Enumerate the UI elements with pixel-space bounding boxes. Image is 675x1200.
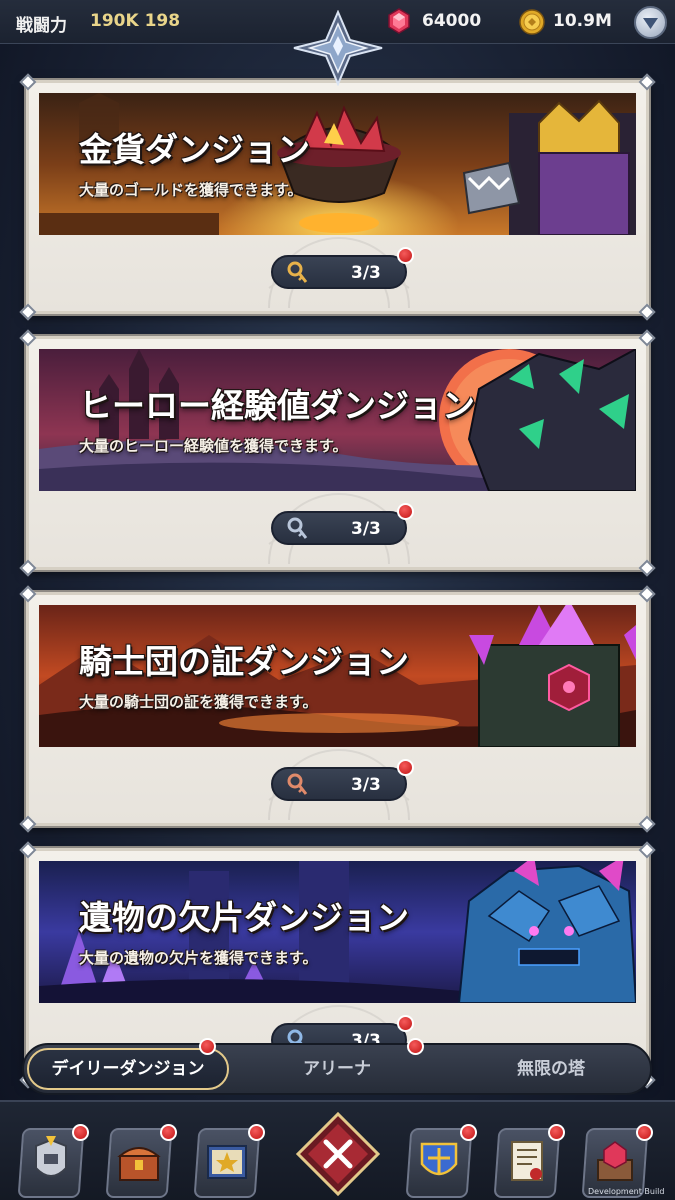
tab-arena[interactable]: アリーナ — [272, 1045, 402, 1093]
notification-dot — [397, 503, 414, 520]
gem-count: 64000 — [422, 11, 482, 31]
corner-ornament — [19, 815, 37, 833]
corner-ornament — [638, 815, 656, 833]
notification-dot — [397, 247, 414, 264]
dungeon-title: 遺物の欠片ダンジョン — [79, 898, 409, 937]
dungeon-card-gold[interactable]: 金貨ダンジョン 大量のゴールドを獲得できます。 3/3 — [19, 73, 656, 321]
corner-ornament — [19, 73, 37, 91]
dropdown-menu-button[interactable] — [634, 6, 667, 39]
notification-dot — [636, 1124, 653, 1141]
notification-dot — [407, 1038, 424, 1055]
crest-emblem-icon — [293, 10, 383, 86]
dungeon-banner[interactable]: 騎士団の証ダンジョン 大量の騎士団の証を獲得できます。 — [39, 605, 636, 747]
nav-quest-button[interactable] — [492, 1124, 565, 1200]
key-icon — [287, 773, 308, 795]
nav-hero-button[interactable] — [16, 1124, 89, 1200]
dungeon-tab-bar: デイリーダンジョン アリーナ 無限の塔 — [22, 1038, 652, 1095]
dungeon-description: 大量の遺物の欠片を獲得できます。 — [79, 949, 318, 967]
dungeon-banner[interactable]: 金貨ダンジョン 大量のゴールドを獲得できます。 — [39, 93, 636, 235]
corner-ornament — [638, 329, 656, 347]
corner-ornament — [638, 585, 656, 603]
corner-ornament — [19, 559, 37, 577]
entry-key-counter: 3/3 — [271, 503, 414, 545]
key-count: 3/3 — [351, 519, 381, 539]
quest-scroll-icon — [511, 1141, 543, 1181]
notification-dot — [460, 1124, 477, 1141]
corner-ornament — [638, 841, 656, 859]
tab-infinite-tower[interactable]: 無限の塔 — [476, 1045, 626, 1093]
dungeon-card-hero-exp[interactable]: ヒーロー経験値ダンジョン 大量のヒーロー経験値を獲得できます。 3/3 — [19, 329, 656, 577]
gem-icon[interactable] — [388, 8, 410, 34]
key-count: 3/3 — [351, 263, 381, 283]
notification-dot — [248, 1124, 265, 1141]
dungeon-title: 騎士団の証ダンジョン — [79, 642, 409, 681]
power-label: 戦闘力 — [16, 16, 67, 36]
corner-ornament — [19, 841, 37, 859]
dungeon-description: 大量のヒーロー経験値を獲得できます。 — [79, 437, 348, 455]
corner-ornament — [19, 329, 37, 347]
notification-dot — [397, 759, 414, 776]
key-count: 3/3 — [351, 775, 381, 795]
nav-codex-button[interactable] — [192, 1124, 265, 1200]
bottom-navigation — [0, 1100, 675, 1200]
dungeon-title: 金貨ダンジョン — [79, 130, 310, 169]
corner-ornament — [638, 559, 656, 577]
notification-dot — [397, 1015, 414, 1032]
nav-inventory-button[interactable] — [104, 1124, 177, 1200]
dungeon-card-knight-order[interactable]: 騎士団の証ダンジョン 大量の騎士団の証を獲得できます。 3/3 — [19, 585, 656, 833]
guild-shield-icon — [420, 1142, 458, 1176]
entry-key-counter: 3/3 — [271, 759, 414, 801]
notification-dot — [72, 1124, 89, 1141]
spellbook-icon — [207, 1145, 247, 1179]
treasure-chest-icon — [117, 1147, 161, 1181]
entry-key-counter: 3/3 — [271, 247, 414, 289]
key-icon — [287, 261, 308, 283]
gold-count: 10.9M — [553, 11, 612, 31]
nav-guild-button[interactable] — [404, 1124, 477, 1200]
key-icon — [287, 517, 308, 539]
dungeon-title: ヒーロー経験値ダンジョン — [79, 386, 475, 425]
notification-dot — [199, 1038, 216, 1055]
dungeon-banner[interactable]: 遺物の欠片ダンジョン 大量の遺物の欠片を獲得できます。 — [39, 861, 636, 1003]
corner-ornament — [638, 303, 656, 321]
notification-dot — [548, 1124, 565, 1141]
gold-coin-icon[interactable] — [519, 9, 545, 35]
tab-daily-dungeon[interactable]: デイリーダンジョン — [27, 1048, 229, 1090]
close-icon[interactable] — [296, 1112, 380, 1196]
chevron-down-icon — [643, 18, 658, 29]
dungeon-description: 大量のゴールドを獲得できます。 — [79, 181, 303, 199]
shop-gem-icon — [597, 1141, 633, 1181]
dungeon-description: 大量の騎士団の証を獲得できます。 — [79, 693, 318, 711]
corner-ornament — [638, 73, 656, 91]
corner-ornament — [19, 303, 37, 321]
hero-armor-icon — [35, 1136, 67, 1177]
dungeon-banner[interactable]: ヒーロー経験値ダンジョン 大量のヒーロー経験値を獲得できます。 — [39, 349, 636, 491]
power-value: 190K 198 — [90, 11, 181, 31]
notification-dot — [160, 1124, 177, 1141]
corner-ornament — [19, 585, 37, 603]
development-build-label: Development Build — [588, 1187, 665, 1196]
